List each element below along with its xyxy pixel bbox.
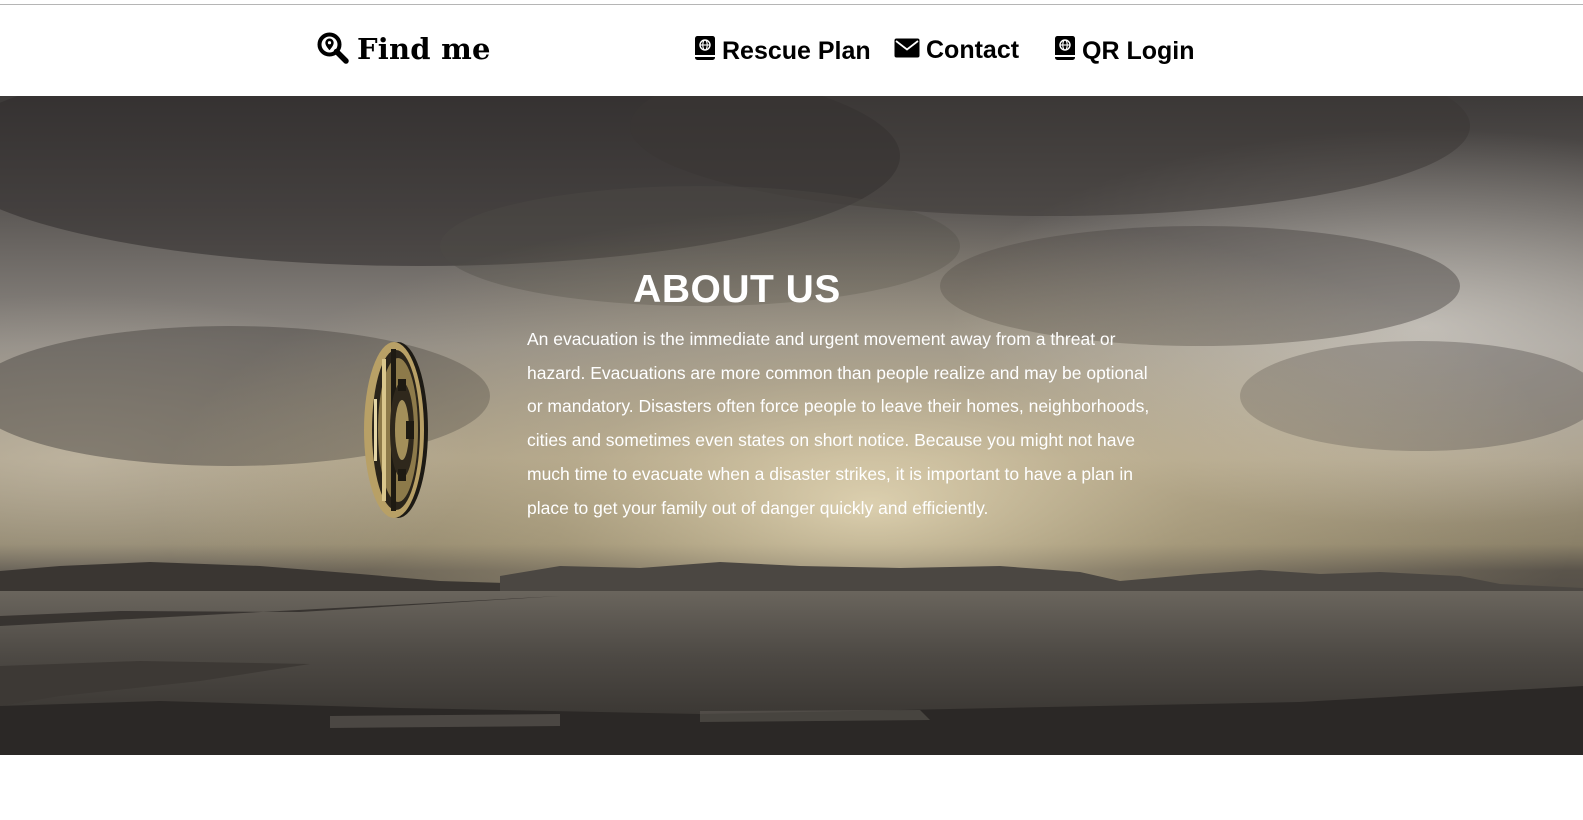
about-description: An evacuation is the immediate and urgen… [527, 329, 1150, 518]
atlas-book-icon [1054, 35, 1076, 66]
nav-qr-login[interactable]: QR Login [1054, 35, 1194, 66]
brand-label: Find me [357, 32, 491, 66]
nav-contact[interactable]: Contact [894, 35, 1019, 65]
atlas-book-icon [694, 35, 716, 66]
page-footer-space [0, 755, 1583, 820]
navbar: Find me Rescue Plan Contact QR Login [0, 5, 1583, 96]
search-location-icon [316, 31, 350, 65]
nav-qr-login-label: QR Login [1082, 36, 1195, 65]
nav-contact-label: Contact [926, 36, 1020, 64]
about-hero: ABOUT US An evacuation is the immediate … [0, 96, 1583, 755]
about-title: ABOUT US [633, 268, 841, 311]
nav-rescue-plan-label: Rescue Plan [722, 36, 871, 65]
brand-link[interactable]: Find me [316, 31, 491, 66]
envelope-icon [894, 38, 920, 63]
nav-rescue-plan[interactable]: Rescue Plan [694, 35, 871, 66]
rotating-badge-icon [364, 342, 428, 518]
